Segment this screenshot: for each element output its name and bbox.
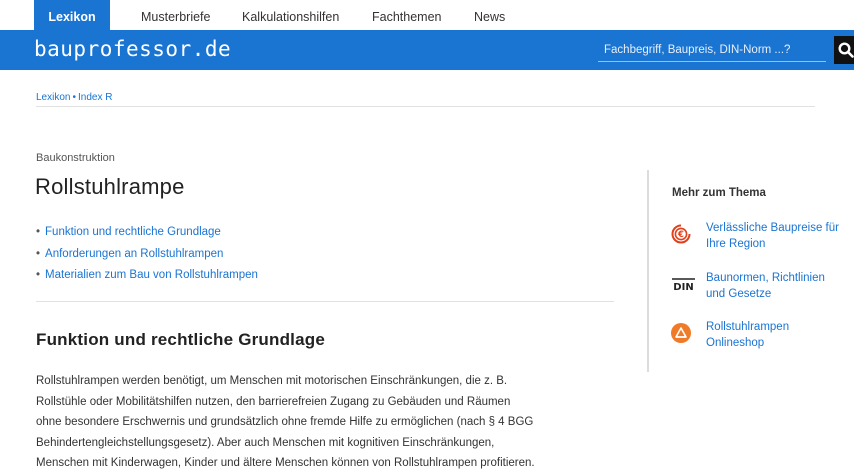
- sidebar-item-baunormen[interactable]: DIN Baunormen, Richtlinien und Gesetze: [670, 270, 840, 304]
- breadcrumb-index-r[interactable]: Index R: [78, 92, 112, 103]
- svg-text:€: €: [677, 230, 684, 240]
- paragraph-line: Behindertengleichstellungsgesetz). Aber …: [36, 436, 495, 449]
- sidebar-item-label: Verlässliche Baupreise für Ihre Region: [706, 222, 839, 250]
- paragraph-line: Rollstuhlrampen werden benötigt, um Mens…: [36, 375, 508, 387]
- breadcrumb: Lexikon • Index R: [36, 92, 112, 103]
- toc-bullet: •: [36, 269, 41, 281]
- paragraph-line: Rollstühle oder Mobilitätshilfen nutzen,…: [36, 395, 511, 408]
- paragraph-line: ohne besondere Erschwernis und grundsätz…: [36, 416, 534, 429]
- tab-news[interactable]: News: [474, 0, 505, 30]
- toc-link-materialien[interactable]: Materialien zum Bau von Rollstuhlrampen: [45, 269, 258, 281]
- toc-link-funktion[interactable]: Funktion und rechtliche Grundlage: [45, 226, 221, 238]
- din-icon-text: DIN: [673, 282, 693, 293]
- sidebar-title: Mehr zum Thema: [672, 187, 766, 199]
- tab-kalkulationshilfen[interactable]: Kalkulationshilfen: [242, 0, 339, 30]
- tab-musterbriefe[interactable]: Musterbriefe: [141, 0, 210, 30]
- toc-item: • Funktion und rechtliche Grundlage: [36, 222, 258, 244]
- toc-item: • Anforderungen an Rollstuhlrampen: [36, 244, 258, 266]
- page-title: Rollstuhlrampe: [35, 174, 185, 199]
- search-button[interactable]: [834, 36, 854, 64]
- breadcrumb-lexikon[interactable]: Lexikon: [36, 92, 70, 103]
- sidebar-item-onlineshop[interactable]: Rollstuhlrampen Onlineshop: [670, 319, 840, 353]
- sidebar-item-label: Baunormen, Richtlinien und Gesetze: [706, 272, 825, 300]
- toc-link-anforderungen[interactable]: Anforderungen an Rollstuhlrampen: [45, 248, 223, 260]
- paragraph-line: Menschen mit Kinderwagen, Kinder und ält…: [36, 457, 535, 470]
- breadcrumb-separator: •: [72, 92, 76, 103]
- article-paragraph: Rollstuhlrampen werden benötigt, um Mens…: [36, 371, 656, 474]
- site-logo[interactable]: bauprofessor.de: [34, 37, 231, 61]
- toc-bullet: •: [36, 226, 41, 238]
- sidebar-item-label: Rollstuhlrampen Onlineshop: [706, 321, 790, 349]
- shop-icon: [671, 323, 691, 343]
- sidebar-item-baupreise[interactable]: € Verlässliche Baupreise für Ihre Region: [670, 220, 840, 254]
- top-navigation: Lexikon Musterbriefe Kalkulationshilfen …: [0, 0, 854, 30]
- tab-lexikon[interactable]: Lexikon: [34, 0, 110, 30]
- divider: [36, 301, 614, 302]
- search-input[interactable]: [598, 38, 826, 62]
- site-header: bauprofessor.de: [0, 30, 854, 70]
- euro-price-icon: €: [671, 224, 691, 244]
- search-icon: [838, 42, 854, 58]
- tab-fachthemen[interactable]: Fachthemen: [372, 0, 441, 30]
- sidebar-divider: [647, 170, 649, 372]
- din-icon: DIN: [672, 278, 695, 293]
- toc-bullet: •: [36, 247, 41, 260]
- table-of-contents: • Funktion und rechtliche Grundlage • Anfo…: [36, 222, 258, 287]
- article-category: Baukonstruktion: [36, 152, 115, 164]
- toc-item: • Materialien zum Bau von Rollstuhlrampen: [36, 265, 258, 287]
- divider: [36, 106, 815, 107]
- section-heading: Funktion und rechtliche Grundlage: [36, 330, 326, 349]
